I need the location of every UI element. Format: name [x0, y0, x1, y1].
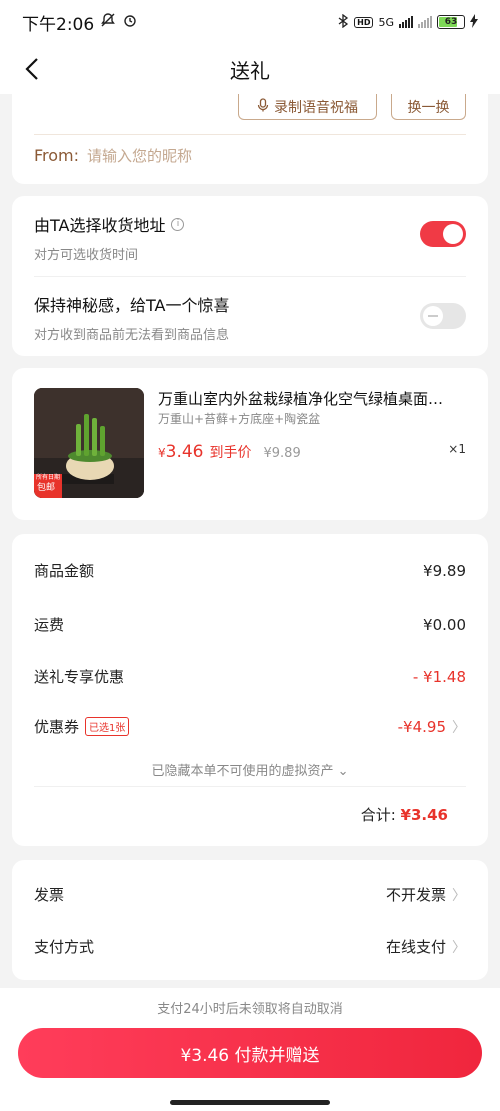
summary-row-gift-discount: 送礼专享优惠 - ¥1.48	[34, 666, 466, 687]
product-image-badge: 包邮	[37, 483, 56, 493]
product-price: ¥3.46	[158, 442, 204, 462]
chevron-right-icon: 〉	[452, 719, 466, 736]
mute-icon	[100, 12, 116, 33]
product-card[interactable]: 包邮 所有日期 万重山室内外盆栽绿植净化空气绿植桌面… 万重山+苔藓+方底座+陶…	[12, 368, 488, 520]
payment-method-value: 在线支付	[385, 938, 446, 956]
charging-icon	[470, 13, 478, 31]
swap-button[interactable]: 换一换	[391, 94, 466, 120]
price-label: 到手价	[209, 445, 252, 461]
auto-cancel-notice: 支付24小时后未领取将自动取消	[157, 1002, 343, 1017]
option-recipient-address: 由TA选择收货地址 i 对方可选收货时间	[34, 212, 466, 263]
option-subtitle: 对方可选收货时间	[34, 248, 139, 263]
product-spec: 万重山+苔藓+方底座+陶瓷盆	[158, 412, 321, 426]
status-bar: 下午2:06 HD 5G 63	[0, 0, 500, 44]
summary-row-goods-amount: 商品金额 ¥9.89	[34, 560, 466, 581]
summary-label: 优惠券	[34, 718, 80, 736]
invoice-value: 不开发票	[385, 886, 446, 904]
nickname-input[interactable]	[87, 146, 388, 165]
hidden-assets-note: 已隐藏本单不可使用的虚拟资产	[151, 764, 334, 779]
page-header: 送礼	[0, 44, 500, 94]
order-total: 合计: ¥3.46	[361, 804, 448, 825]
from-row: From:	[34, 146, 388, 165]
price-summary-card: 商品金额 ¥9.89 运费 ¥0.00 送礼专享优惠 - ¥1.48 优惠券 已…	[12, 534, 488, 846]
divider	[34, 134, 466, 135]
summary-row-shipping: 运费 ¥0.00	[34, 614, 466, 635]
option-subtitle: 对方收到商品前无法看到商品信息	[34, 328, 230, 343]
summary-row-coupon[interactable]: 优惠券 已选1张 -¥4.95 〉	[34, 716, 466, 737]
gift-options-card: 由TA选择收货地址 i 对方可选收货时间 保持神秘感，给TA一个惊喜 对方收到商…	[12, 196, 488, 356]
chevron-right-icon: 〉	[452, 887, 466, 904]
signal-secondary-icon	[418, 16, 432, 28]
record-voice-button[interactable]: 录制语音祝福	[238, 94, 377, 120]
surprise-toggle[interactable]	[420, 303, 466, 329]
summary-label: 送礼专享优惠	[34, 668, 125, 686]
total-value: ¥3.46	[400, 806, 448, 824]
product-name: 万重山室内外盆栽绿植净化空气绿植桌面…	[158, 390, 444, 408]
summary-value: ¥0.00	[423, 615, 466, 634]
microphone-icon	[257, 97, 269, 116]
chevron-right-icon: 〉	[452, 939, 466, 956]
greeting-card: 录制语音祝福 换一换 From:	[12, 94, 488, 184]
bluetooth-icon	[337, 13, 349, 31]
total-label: 合计:	[360, 806, 396, 824]
summary-value: ¥9.89	[423, 561, 466, 580]
invoice-row[interactable]: 发票 不开发票 〉	[34, 884, 466, 905]
option-surprise: 保持神秘感，给TA一个惊喜 对方收到商品前无法看到商品信息	[34, 292, 466, 343]
home-indicator[interactable]	[170, 1100, 330, 1105]
summary-label: 商品金额	[34, 562, 95, 580]
summary-label: 运费	[34, 616, 65, 634]
summary-value: - ¥1.48	[412, 667, 466, 686]
payment-method-label: 支付方式	[34, 938, 95, 956]
battery-icon: 63	[437, 15, 465, 29]
back-arrow-icon[interactable]	[22, 54, 46, 84]
invoice-payment-card: 发票 不开发票 〉 支付方式 在线支付 〉	[12, 860, 488, 980]
original-price: ¥9.89	[263, 446, 301, 461]
invoice-label: 发票	[34, 886, 65, 904]
hd-icon: HD	[354, 16, 374, 28]
network-label: 5G	[378, 15, 394, 29]
payment-method-row[interactable]: 支付方式 在线支付 〉	[34, 936, 466, 957]
option-title: 保持神秘感，给TA一个惊喜	[34, 296, 230, 315]
product-image-caption: 所有日期	[36, 474, 61, 481]
signal-icon	[399, 16, 413, 28]
chevron-down-icon: ⌄	[337, 764, 349, 779]
coupon-badge: 已选1张	[85, 717, 130, 736]
status-time: 下午2:06	[22, 14, 95, 35]
record-voice-label: 录制语音祝福	[274, 99, 358, 116]
product-price-row: ¥3.46 到手价 ¥9.89	[158, 442, 301, 462]
recipient-address-toggle[interactable]	[420, 221, 466, 247]
option-title: 由TA选择收货地址	[34, 216, 166, 235]
divider	[34, 786, 466, 787]
from-label: From:	[34, 146, 80, 165]
hidden-assets-toggle[interactable]: 已隐藏本单不可使用的虚拟资产 ⌄	[12, 760, 488, 779]
alarm-icon	[122, 12, 138, 33]
divider	[34, 276, 466, 277]
page-title: 送礼	[230, 58, 270, 83]
product-image[interactable]: 包邮 所有日期	[34, 388, 144, 498]
pay-and-gift-button[interactable]: ¥3.46 付款并赠送	[18, 1028, 482, 1078]
info-icon[interactable]: i	[171, 217, 185, 231]
summary-value: -¥4.95	[397, 717, 446, 736]
product-quantity: ×1	[448, 442, 466, 456]
